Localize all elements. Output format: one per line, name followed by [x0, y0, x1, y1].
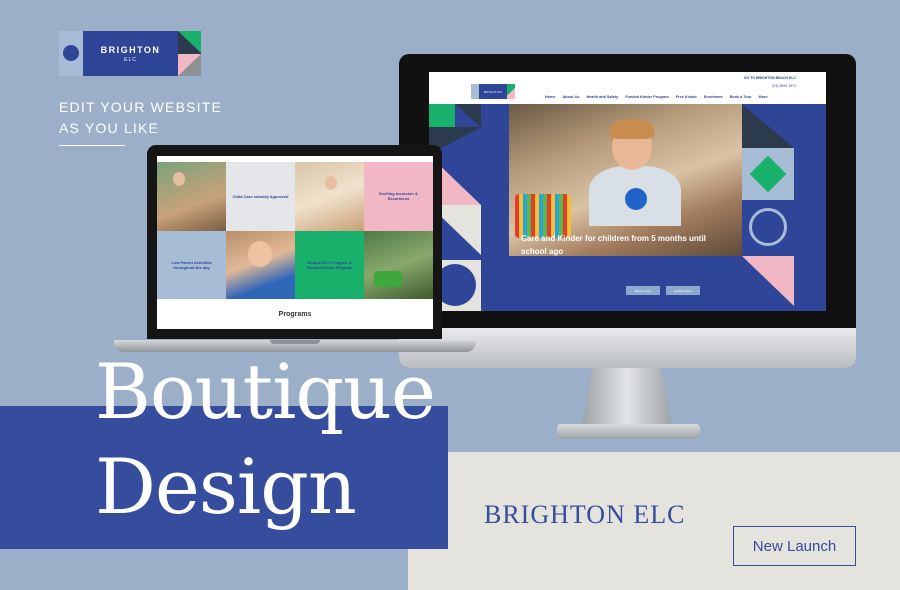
photo-tile-2 [295, 162, 364, 231]
site-logo[interactable]: BRIGHTON [471, 84, 515, 99]
brighton-logo: BRIGHTON ELC [59, 31, 201, 76]
explore-more-button[interactable]: Explore More [666, 286, 700, 295]
monitor-stand-neck [582, 368, 672, 426]
top-phone[interactable]: (03) 9592 1571 [772, 84, 796, 88]
hero-caption: Care and Kinder for children from 5 mont… [521, 234, 706, 256]
nav-item-about[interactable]: About Us [563, 95, 580, 99]
brand-name: BRIGHTON ELC [484, 500, 686, 529]
green-square-shape [429, 104, 455, 127]
logo-title: BRIGHTON [100, 44, 161, 55]
logo-triangle-icon [178, 31, 201, 76]
site-header: BRIGHTON GO TO BRIGHTON BEACH ELC (03) 9… [429, 72, 826, 104]
feature-tile-subsidy[interactable]: Child Care subsidy Approved [226, 162, 295, 231]
right-pink-triangle-shape [742, 256, 794, 306]
feature-grid: Child Care subsidy Approved Exciting Inc… [157, 162, 433, 299]
desktop-monitor: BRIGHTON GO TO BRIGHTON BEACH ELC (03) 9… [399, 54, 856, 368]
programs-heading: Programs [278, 311, 312, 318]
hero-banner: Care and Kinder for children from 5 mont… [429, 104, 826, 311]
logo-circle-icon [63, 45, 79, 61]
blue-toy-image [625, 188, 647, 210]
nav-item-book-tour[interactable]: Book a Tour [730, 95, 752, 99]
feature-tile-activities[interactable]: Low Parent Activities throughout the day [157, 230, 226, 299]
monitor-screen: BRIGHTON GO TO BRIGHTON BEACH ELC (03) 9… [429, 72, 826, 311]
feature-tile-program[interactable]: Unique ELC Program & Funded Kinder Progr… [295, 230, 364, 299]
headline-line-2: Design [95, 442, 357, 531]
nav-item-home[interactable]: Home [545, 95, 556, 99]
child-hair-image [610, 119, 654, 139]
nav-item-more[interactable]: More [759, 95, 768, 99]
tagline-line-2: AS YOU LIKE [59, 120, 160, 136]
nav-item-enrolment[interactable]: Enrolment [704, 95, 723, 99]
feature-tile-incursion[interactable]: Exciting Incursion & Excursions [364, 162, 433, 231]
photo-tile-1 [157, 162, 226, 231]
tagline: EDIT YOUR WEBSITE AS YOU LIKE [59, 97, 222, 139]
site-nav: Home About Us Health and Safety Funded K… [545, 95, 768, 99]
tagline-divider [59, 145, 125, 146]
new-launch-button[interactable]: New Launch [733, 526, 856, 566]
top-link[interactable]: GO TO BRIGHTON BEACH ELC [744, 76, 796, 80]
tagline-line-1: EDIT YOUR WEBSITE [59, 99, 223, 115]
photo-tile-3 [226, 230, 295, 299]
nav-item-health[interactable]: Health and Safety [586, 95, 618, 99]
laptop-screen: Child Care subsidy Approved Exciting Inc… [157, 156, 433, 329]
dark-triangle-shape [455, 104, 481, 127]
logo-dot-block [59, 31, 83, 76]
logo-name-block: BRIGHTON ELC [83, 31, 178, 76]
ring-shape [749, 208, 787, 246]
nav-item-free-kinder[interactable]: Free Kinder [676, 95, 697, 99]
right-dark-triangle-shape [742, 104, 794, 148]
nav-item-funded-kinder[interactable]: Funded Kinder Program [625, 95, 668, 99]
photo-tile-4 [364, 230, 433, 299]
laptop-notch [270, 340, 320, 344]
book-tour-button[interactable]: Book a Tour [626, 286, 660, 295]
logo-subtitle: ELC [124, 56, 137, 63]
monitor-stand-foot [557, 424, 700, 439]
headline-line-1: Boutique [95, 347, 436, 436]
